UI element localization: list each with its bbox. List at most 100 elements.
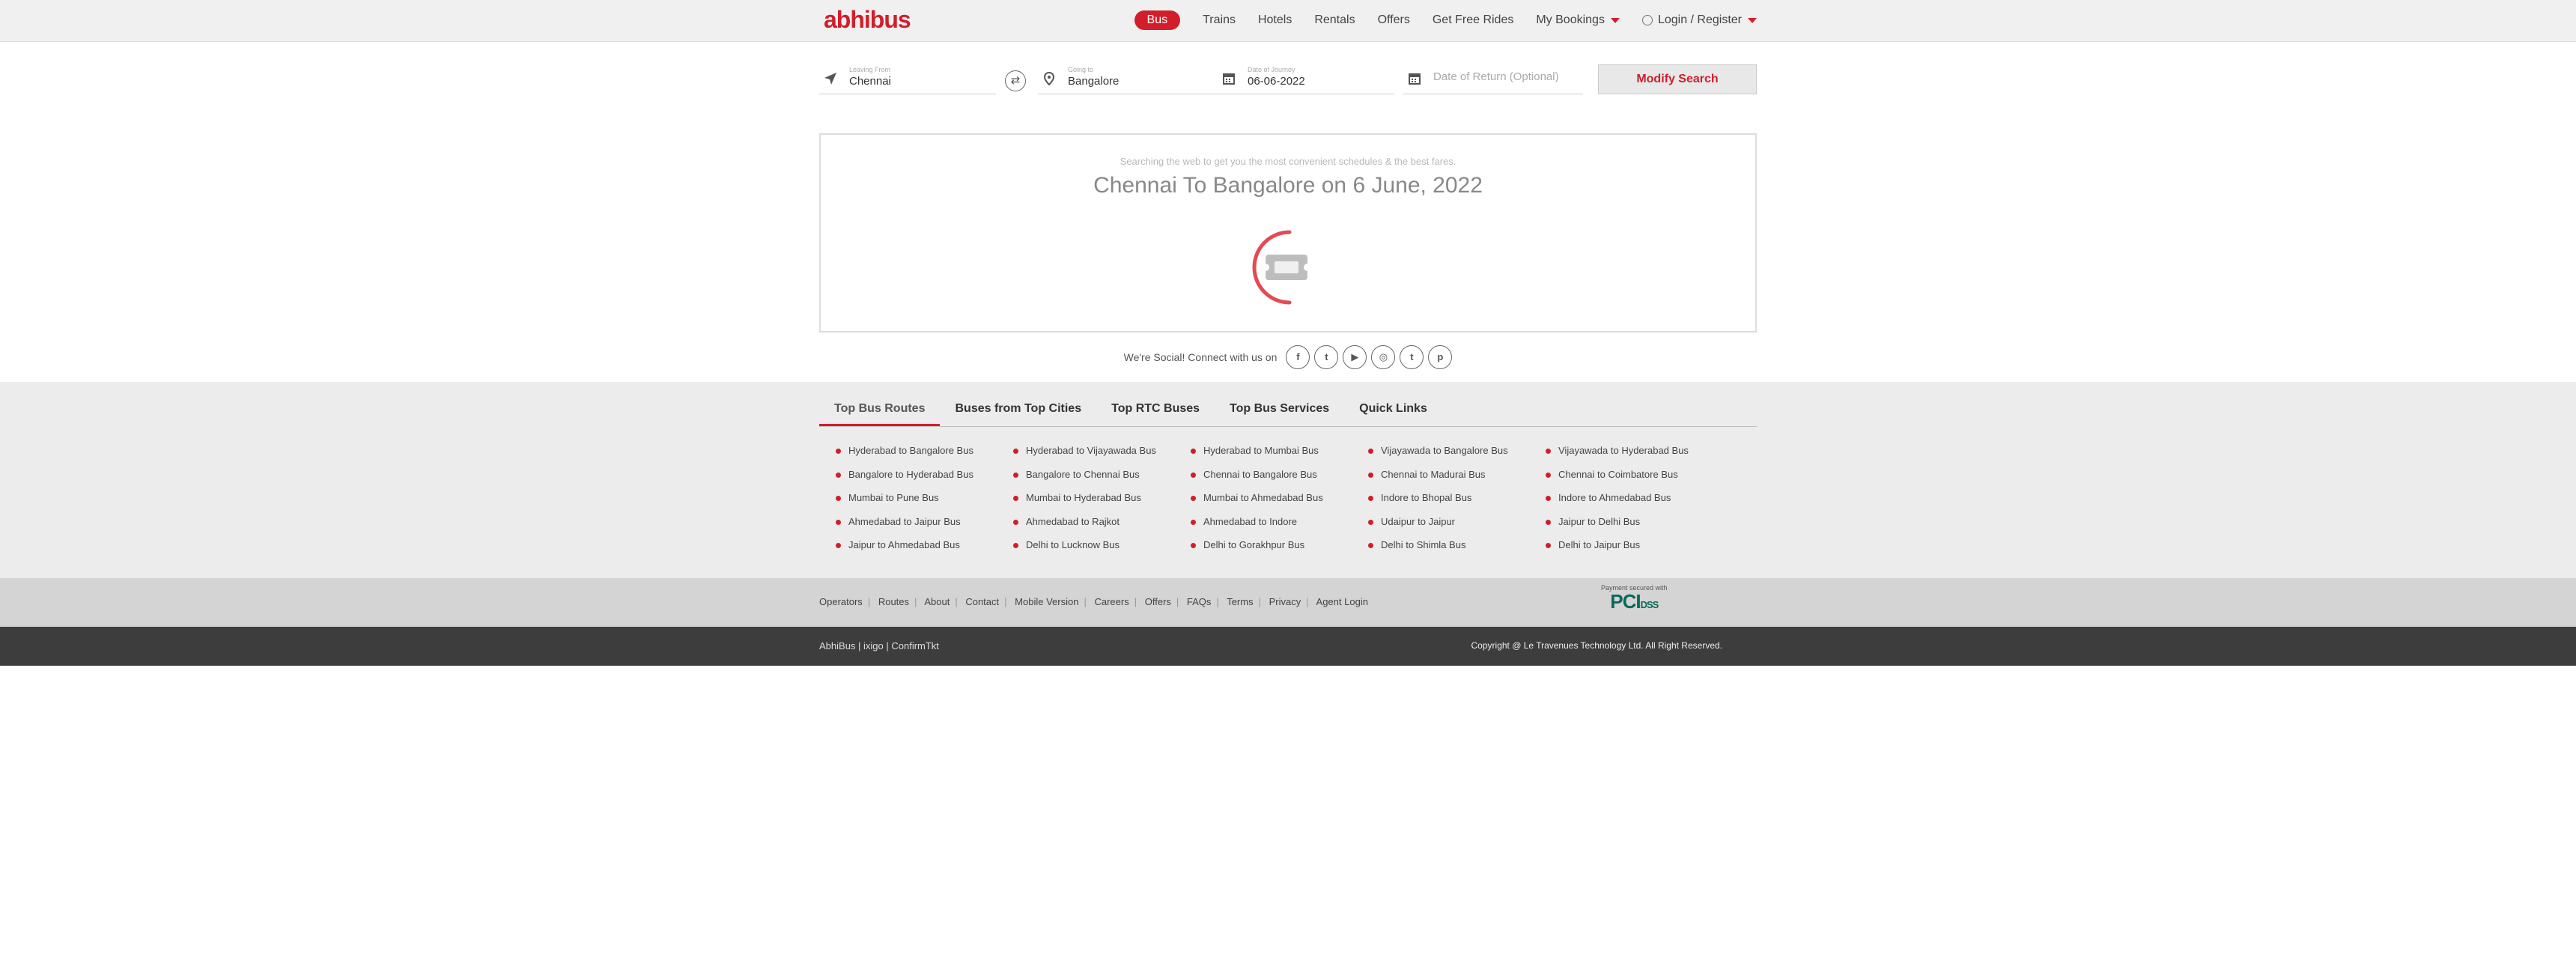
route-link[interactable]: Ahmedabad to Jaipur Bus bbox=[836, 510, 1013, 534]
search-loading-panel: Searching the web to get you the most co… bbox=[819, 133, 1757, 332]
tab-top-rtc-buses[interactable]: Top RTC Buses bbox=[1096, 402, 1215, 426]
nav-bus[interactable]: Bus bbox=[1134, 10, 1181, 30]
routes-list: Hyderabad to Bangalore Bus Bangalore to … bbox=[819, 439, 1757, 557]
route-link[interactable]: Hyderabad to Mumbai Bus bbox=[1191, 439, 1368, 463]
nav-my-bookings[interactable]: My Bookings bbox=[1536, 13, 1620, 27]
leaving-from-value: Chennai bbox=[849, 75, 891, 88]
footer-link-about[interactable]: About bbox=[924, 596, 950, 607]
site-header: abhibus Bus Trains Hotels Rentals Offers… bbox=[0, 0, 2576, 42]
tumblr-icon[interactable]: t bbox=[1400, 345, 1424, 369]
footer-link-offers[interactable]: Offers bbox=[1145, 596, 1171, 607]
route-link[interactable]: Indore to Bhopal Bus bbox=[1368, 486, 1546, 510]
navigation-arrow-icon bbox=[824, 73, 836, 85]
main-nav: Bus Trains Hotels Rentals Offers Get Fre… bbox=[1112, 10, 1757, 30]
routes-tab-bar: Top Bus Routes Buses from Top Cities Top… bbox=[819, 382, 1757, 427]
route-link[interactable]: Chennai to Bangalore Bus bbox=[1191, 463, 1368, 487]
swap-cities-button[interactable]: ⇄ bbox=[1005, 70, 1026, 91]
route-link[interactable]: Indore to Ahmedabad Bus bbox=[1546, 486, 1723, 510]
nav-get-free-rides[interactable]: Get Free Rides bbox=[1433, 13, 1513, 27]
route-link[interactable]: Mumbai to Hyderabad Bus bbox=[1013, 486, 1191, 510]
routes-column: Hyderabad to Mumbai Bus Chennai to Banga… bbox=[1191, 439, 1368, 557]
route-link[interactable]: Jaipur to Delhi Bus bbox=[1546, 510, 1723, 534]
route-heading: Chennai To Bangalore on 6 June, 2022 bbox=[1093, 173, 1483, 198]
facebook-icon[interactable]: f bbox=[1286, 345, 1310, 369]
route-link[interactable]: Delhi to Shimla Bus bbox=[1368, 533, 1546, 557]
partner-brands[interactable]: AbhiBus | ixigo | ConfirmTkt bbox=[819, 640, 939, 651]
footer-link-terms[interactable]: Terms bbox=[1227, 596, 1253, 607]
route-link[interactable]: Delhi to Lucknow Bus bbox=[1013, 533, 1191, 557]
route-link[interactable]: Hyderabad to Bangalore Bus bbox=[836, 439, 1013, 463]
route-link[interactable]: Delhi to Gorakhpur Bus bbox=[1191, 533, 1368, 557]
nav-login-register[interactable]: Login / Register bbox=[1641, 13, 1757, 27]
footer-link-careers[interactable]: Careers bbox=[1094, 596, 1128, 607]
route-link[interactable]: Vijayawada to Hyderabad Bus bbox=[1546, 439, 1723, 463]
route-link[interactable]: Hyderabad to Vijayawada Bus bbox=[1013, 439, 1191, 463]
journey-date-value: 06-06-2022 bbox=[1248, 75, 1305, 88]
routes-column: Hyderabad to Bangalore Bus Bangalore to … bbox=[836, 439, 1013, 557]
twitter-icon[interactable]: t bbox=[1314, 345, 1339, 369]
journey-date-field[interactable]: Date of Journey 06-06-2022 bbox=[1218, 64, 1394, 94]
leaving-from-label: Leaving From bbox=[849, 66, 891, 73]
route-link[interactable]: Udaipur to Jaipur bbox=[1368, 510, 1546, 534]
going-to-label: Going to bbox=[1068, 66, 1094, 73]
loading-subtitle: Searching the web to get you the most co… bbox=[1120, 156, 1456, 167]
footer-link-faqs[interactable]: FAQs bbox=[1187, 596, 1212, 607]
chevron-down-icon bbox=[1748, 17, 1757, 23]
footer-link-privacy[interactable]: Privacy bbox=[1269, 596, 1301, 607]
route-link[interactable]: Mumbai to Ahmedabad Bus bbox=[1191, 486, 1368, 510]
my-bookings-label: My Bookings bbox=[1536, 13, 1605, 26]
ticket-spinner-icon bbox=[1252, 230, 1311, 305]
social-label: We're Social! Connect with us on bbox=[1123, 351, 1278, 363]
route-link[interactable]: Bangalore to Chennai Bus bbox=[1013, 463, 1191, 487]
pci-dss-badge: Payment secured with PCIDSS bbox=[1601, 584, 1668, 615]
pinterest-icon[interactable]: p bbox=[1428, 345, 1453, 369]
youtube-icon[interactable]: ▶ bbox=[1343, 345, 1367, 369]
footer-link-agent-login[interactable]: Agent Login bbox=[1316, 596, 1368, 607]
search-bar: Leaving From Chennai ⇄ Going to Bangalor… bbox=[819, 64, 1757, 103]
social-bar: We're Social! Connect with us on f t ▶ ◎… bbox=[819, 332, 1757, 382]
route-link[interactable]: Ahmedabad to Indore bbox=[1191, 510, 1368, 534]
route-link[interactable]: Ahmedabad to Rajkot bbox=[1013, 510, 1191, 534]
footer-link-routes[interactable]: Routes bbox=[878, 596, 909, 607]
nav-hotels[interactable]: Hotels bbox=[1258, 13, 1292, 27]
chevron-down-icon bbox=[1610, 17, 1620, 23]
return-date-placeholder: Date of Return (Optional) bbox=[1433, 70, 1559, 83]
tab-buses-from-top-cities[interactable]: Buses from Top Cities bbox=[940, 402, 1096, 426]
route-link[interactable]: Jaipur to Ahmedabad Bus bbox=[836, 533, 1013, 557]
route-link[interactable]: Mumbai to Pune Bus bbox=[836, 486, 1013, 510]
abhibus-logo[interactable]: abhibus bbox=[824, 6, 911, 34]
going-to-value: Bangalore bbox=[1068, 75, 1120, 88]
footer-link-mobile-version[interactable]: Mobile Version bbox=[1015, 596, 1078, 607]
route-link[interactable]: Delhi to Jaipur Bus bbox=[1546, 533, 1723, 557]
instagram-icon[interactable]: ◎ bbox=[1371, 345, 1396, 369]
pci-dss-text: DSS bbox=[1640, 599, 1659, 610]
routes-column: Hyderabad to Vijayawada Bus Bangalore to… bbox=[1013, 439, 1191, 557]
footer-links-bar: Operators | Routes | About | Contact | Mobil… bbox=[0, 578, 2576, 627]
routes-column: Vijayawada to Hyderabad Bus Chennai to C… bbox=[1546, 439, 1723, 557]
modify-search-button[interactable]: Modify Search bbox=[1598, 64, 1757, 94]
footer-link-contact[interactable]: Contact bbox=[965, 596, 999, 607]
footer-links: Operators | Routes | About | Contact | Mobil… bbox=[819, 596, 1368, 607]
tab-top-bus-services[interactable]: Top Bus Services bbox=[1215, 402, 1344, 426]
route-link[interactable]: Chennai to Coimbatore Bus bbox=[1546, 463, 1723, 487]
tab-top-bus-routes[interactable]: Top Bus Routes bbox=[819, 402, 941, 426]
pci-logo-text: PCI bbox=[1610, 590, 1641, 613]
nav-offers[interactable]: Offers bbox=[1378, 13, 1410, 27]
footer-link-operators[interactable]: Operators bbox=[819, 596, 863, 607]
tab-quick-links[interactable]: Quick Links bbox=[1344, 402, 1442, 426]
return-date-field[interactable]: Date of Return (Optional) bbox=[1403, 64, 1583, 94]
user-icon bbox=[1641, 15, 1653, 25]
journey-date-label: Date of Journey bbox=[1248, 66, 1295, 73]
route-link[interactable]: Vijayawada to Bangalore Bus bbox=[1368, 439, 1546, 463]
route-link[interactable]: Chennai to Madurai Bus bbox=[1368, 463, 1546, 487]
calendar-icon bbox=[1409, 73, 1421, 85]
leaving-from-field[interactable]: Leaving From Chennai bbox=[819, 64, 996, 94]
pci-logo: PCIDSS bbox=[1601, 592, 1668, 615]
nav-trains[interactable]: Trains bbox=[1203, 13, 1236, 27]
nav-rentals[interactable]: Rentals bbox=[1314, 13, 1355, 27]
going-to-field[interactable]: Going to Bangalore bbox=[1038, 64, 1218, 94]
login-label: Login / Register bbox=[1657, 13, 1742, 26]
location-pin-icon bbox=[1043, 72, 1055, 85]
route-link[interactable]: Bangalore to Hyderabad Bus bbox=[836, 463, 1013, 487]
calendar-icon bbox=[1223, 73, 1235, 85]
